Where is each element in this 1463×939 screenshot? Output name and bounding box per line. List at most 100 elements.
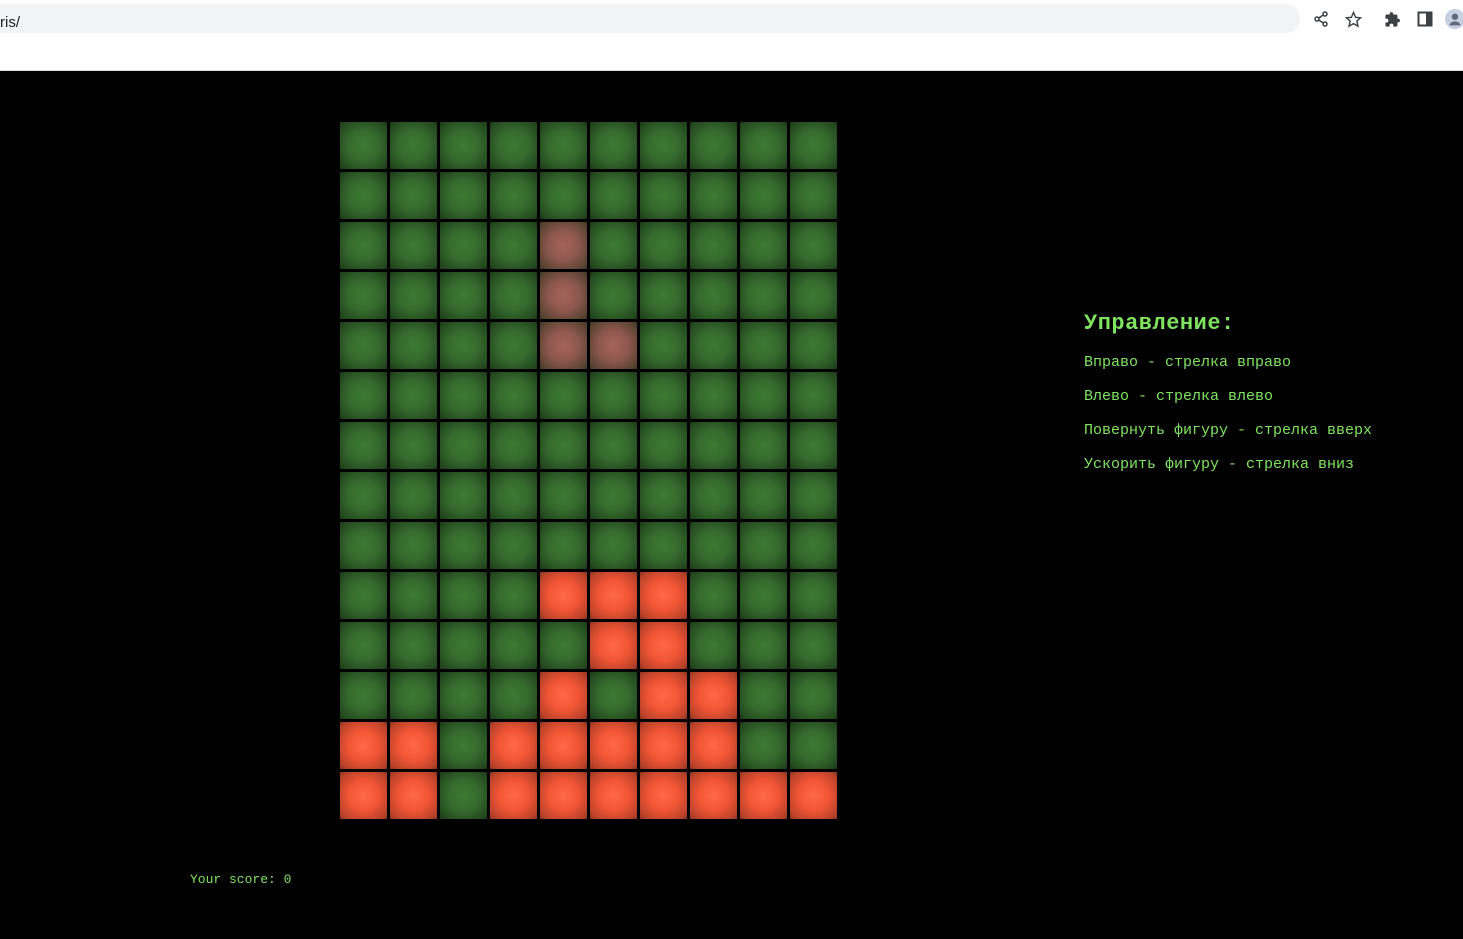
empty-cell [440, 222, 487, 269]
empty-cell [540, 472, 587, 519]
filled-cell [390, 772, 437, 819]
empty-cell [740, 572, 787, 619]
empty-cell [590, 372, 637, 419]
empty-cell [790, 522, 837, 569]
empty-cell [390, 622, 437, 669]
extensions-icon[interactable] [1382, 9, 1402, 29]
empty-cell [690, 572, 737, 619]
empty-cell [490, 372, 537, 419]
empty-cell [340, 672, 387, 719]
filled-cell [590, 772, 637, 819]
control-left: Влево - стрелка влево [1084, 388, 1274, 405]
filled-cell [690, 672, 737, 719]
empty-cell [490, 672, 537, 719]
empty-cell [540, 622, 587, 669]
filled-cell [640, 622, 687, 669]
empty-cell [390, 222, 437, 269]
filled-cell [640, 672, 687, 719]
empty-cell [390, 572, 437, 619]
filled-cell [490, 722, 537, 769]
empty-cell [440, 472, 487, 519]
empty-cell [740, 722, 787, 769]
share-icon[interactable] [1311, 9, 1331, 29]
filled-cell [690, 772, 737, 819]
address-text[interactable]: ris/ [0, 14, 20, 31]
empty-cell [440, 172, 487, 219]
empty-cell [490, 422, 537, 469]
empty-cell [340, 122, 387, 169]
empty-cell [390, 122, 437, 169]
empty-cell [790, 122, 837, 169]
empty-cell [340, 522, 387, 569]
empty-cell [690, 122, 737, 169]
empty-cell [540, 122, 587, 169]
empty-cell [390, 372, 437, 419]
empty-cell [640, 522, 687, 569]
control-right: Вправо - стрелка вправо [1084, 354, 1292, 371]
bookmarks-bar [0, 38, 1463, 71]
address-bar[interactable]: ris/ [0, 4, 1300, 33]
empty-cell [790, 172, 837, 219]
controls-panel: Управление: Вправо - стрелка вправо Влев… [1084, 311, 1372, 490]
filled-cell [590, 622, 637, 669]
empty-cell [690, 622, 737, 669]
empty-cell [590, 172, 637, 219]
empty-cell [340, 572, 387, 619]
empty-cell [490, 122, 537, 169]
empty-cell [390, 172, 437, 219]
bookmark-star-icon[interactable] [1343, 9, 1363, 29]
empty-cell [490, 472, 537, 519]
empty-cell [690, 372, 737, 419]
empty-cell [590, 472, 637, 519]
empty-cell [690, 472, 737, 519]
empty-cell [590, 672, 637, 719]
empty-cell [790, 722, 837, 769]
empty-cell [340, 622, 387, 669]
empty-cell [640, 172, 687, 219]
empty-cell [640, 272, 687, 319]
empty-cell [790, 372, 837, 419]
empty-cell [790, 672, 837, 719]
empty-cell [340, 172, 387, 219]
empty-cell [740, 272, 787, 319]
empty-cell [690, 222, 737, 269]
empty-cell [340, 222, 387, 269]
filled-cell [540, 722, 587, 769]
filled-cell [590, 722, 637, 769]
filled-cell [490, 772, 537, 819]
empty-cell [540, 422, 587, 469]
empty-cell [740, 422, 787, 469]
empty-cell [740, 122, 787, 169]
filled-cell [340, 722, 387, 769]
filled-cell [540, 672, 587, 719]
empty-cell [490, 222, 537, 269]
empty-cell [490, 172, 537, 219]
side-panel-icon[interactable] [1415, 9, 1435, 29]
filled-cell [690, 722, 737, 769]
empty-cell [690, 422, 737, 469]
tetris-board [340, 122, 837, 819]
empty-cell [690, 322, 737, 369]
profile-avatar-icon[interactable] [1445, 9, 1463, 29]
filled-cell [640, 572, 687, 619]
empty-cell [790, 222, 837, 269]
empty-cell [440, 372, 487, 419]
empty-cell [390, 422, 437, 469]
filled-cell [740, 772, 787, 819]
empty-cell [590, 122, 637, 169]
empty-cell [790, 572, 837, 619]
empty-cell [790, 322, 837, 369]
empty-cell [490, 322, 537, 369]
empty-cell [390, 522, 437, 569]
empty-cell [740, 522, 787, 569]
filled-cell [390, 722, 437, 769]
empty-cell [640, 472, 687, 519]
empty-cell [640, 422, 687, 469]
empty-cell [640, 222, 687, 269]
empty-cell [340, 472, 387, 519]
empty-cell [640, 322, 687, 369]
empty-cell [590, 522, 637, 569]
filled-cell [540, 772, 587, 819]
empty-cell [790, 622, 837, 669]
empty-cell [540, 172, 587, 219]
